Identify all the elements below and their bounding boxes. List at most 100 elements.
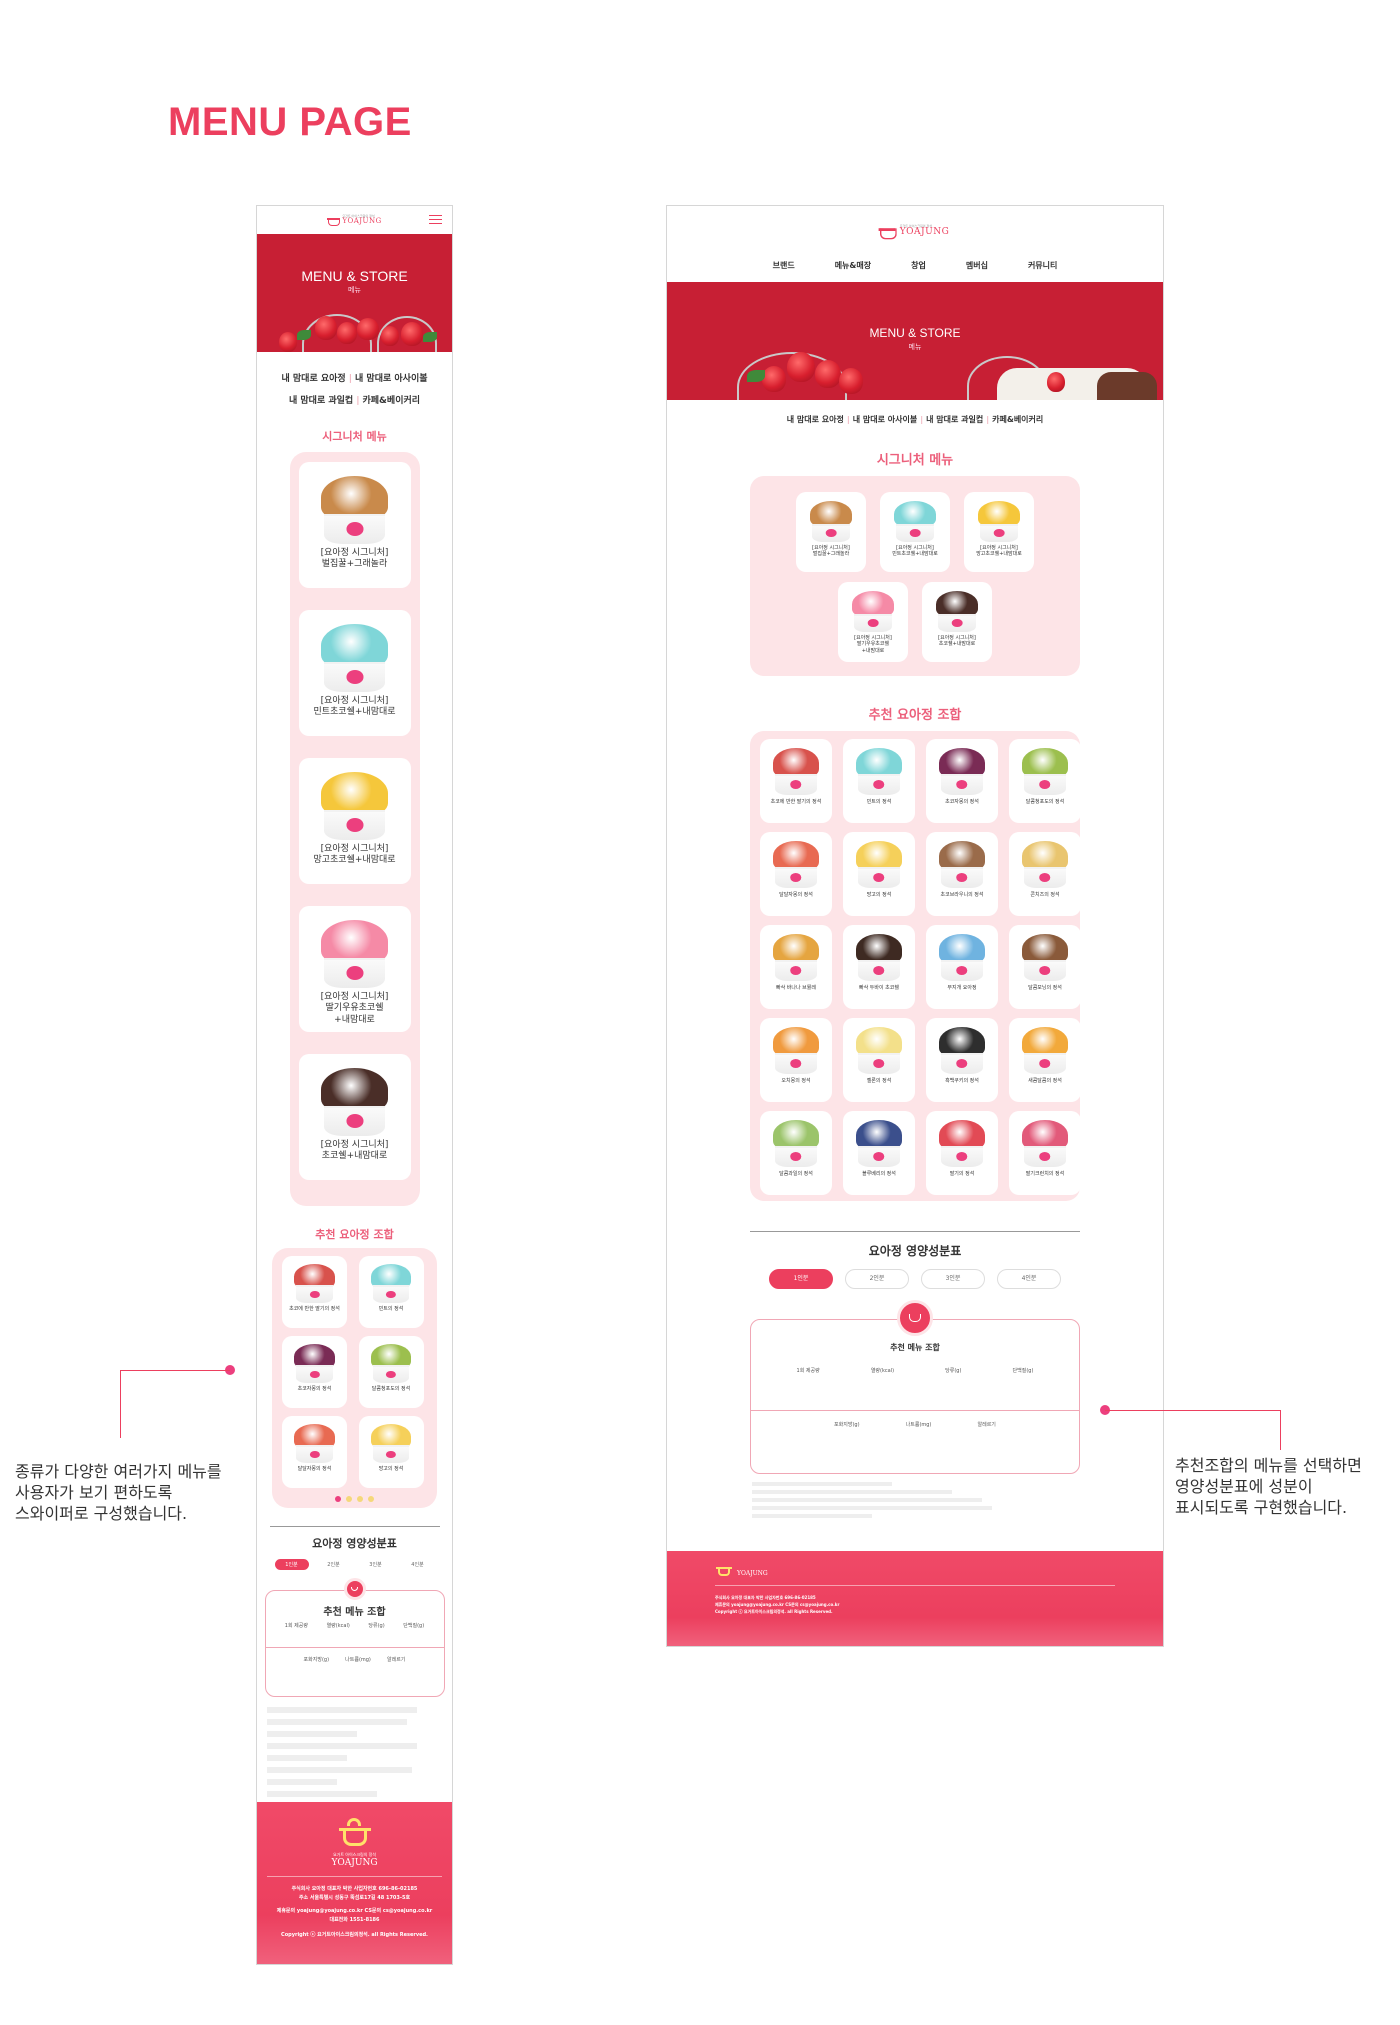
logo[interactable]: 요거트 아이스크림의 정석 YOAJUNG [878, 225, 950, 240]
recommend-card[interactable]: 빠삭 바나나 브륄레 [760, 925, 832, 1009]
recommend-card[interactable]: 새콤달콤의 정석 [1009, 1018, 1081, 1102]
recommend-card[interactable]: 민트의 정석 [843, 739, 915, 823]
swiper-dot[interactable] [357, 1496, 363, 1502]
category-link[interactable]: 내 맘대로 요아정 [787, 415, 844, 424]
signature-card[interactable]: [요아정 시그니처] 망고초코쉘+내맘대로 [964, 492, 1034, 572]
logo[interactable]: 요거트 아이스크림의 정석 YOAJUNG [327, 215, 381, 226]
menu-item-label: 달콤청포도의 정석 [1026, 799, 1064, 805]
category-link[interactable]: 내 맘대로 과일컵 [926, 415, 983, 424]
dessert-cup-image [367, 1261, 415, 1303]
menu-item-label-line: 망고초코쉘+내맘대로 [313, 855, 396, 866]
recommend-card[interactable]: 달달자몽의 정석 [760, 832, 832, 916]
tab-1-serving[interactable]: 1인분 [274, 1559, 309, 1570]
signature-card[interactable]: [요아정 시그니처] 초코쉘+내맘대로 [922, 582, 992, 662]
category-link[interactable]: 카페&베이커리 [992, 415, 1043, 424]
annotation-line [120, 1370, 121, 1438]
nutrition-label: 1회 제공량 [796, 1368, 820, 1374]
menu-item-label: [요아정 시그니처] 초코쉘+내맘대로 [938, 635, 976, 648]
dessert-cup-image [852, 1117, 906, 1167]
signature-card[interactable]: [요아정 시그니처] 초코쉘+내맘대로 [298, 1054, 411, 1180]
swiper-dot[interactable] [335, 1496, 341, 1502]
hamburger-menu-icon[interactable] [429, 215, 442, 224]
recommend-card[interactable]: 콘치즈의 정석 [1009, 832, 1081, 916]
recommend-card[interactable]: 초코브라우니의 정석 [926, 832, 998, 916]
footer-line: 제휴문의 yoajung@yoajung.co.kr CS문의 cs@yoaju… [715, 1602, 840, 1607]
tab-2-serving[interactable]: 2인분 [845, 1269, 909, 1289]
dessert-cup-image [974, 498, 1024, 542]
category-link[interactable]: 내 맘대로 요아정 [281, 374, 345, 384]
category-link[interactable]: 카페&베이커리 [363, 396, 421, 406]
signature-card[interactable]: [요아정 시그니처] 민트초코쉘+내맘대로 [880, 492, 950, 572]
footer-info: 주식회사 요아정 대표자 박한 사업자번호 696-86-02185 주소 서울… [257, 1885, 452, 1940]
recommend-panel: 초코에 반한 딸기의 정석 민트의 정석 초코자몽의 정석 달콤청포도의 정석달달자몽… [750, 731, 1081, 1201]
dessert-cup-image [890, 498, 940, 542]
annotation-text: 종류가 다양한 여러가지 메뉴를 [15, 1462, 222, 1481]
category-link[interactable]: 내 맘대로 아사이볼 [853, 415, 917, 424]
recommend-card[interactable]: 젤론의 정석 [843, 1018, 915, 1102]
recommend-card[interactable]: 달콤청포도의 정석 [1009, 739, 1081, 823]
nutrition-box: 추천 메뉴 조합 1회 제공량 열량(kcal) 당류(g) 단백질(g) 포화… [750, 1300, 1080, 1474]
nav-item-menu[interactable]: 메뉴&매장 [835, 260, 871, 271]
nutrition-label: 당류(g) [945, 1368, 962, 1374]
recommend-card[interactable]: 초코에 반한 딸기의 정석 [760, 739, 832, 823]
recommend-card[interactable]: 흑백쿠키의 정석 [926, 1018, 998, 1102]
signature-card[interactable]: [요아정 시그니처] 딸기우유초코쉘 +내맘대로 [298, 906, 411, 1032]
recommend-card[interactable]: 망고의 정석 [843, 832, 915, 916]
tab-1-serving[interactable]: 1인분 [769, 1269, 833, 1289]
menu-item-label: [요아정 시그니처] 벌집꿀+그래놀라 [812, 545, 850, 558]
recommend-card[interactable]: 달콤청포도의 정석 [358, 1336, 424, 1408]
signature-card[interactable]: [요아정 시그니처] 민트초코쉘+내맘대로 [298, 610, 411, 736]
recommend-card[interactable]: 망고의 정석 [358, 1416, 424, 1488]
recommend-card[interactable]: 달달자몽의 정석 [282, 1416, 347, 1488]
tab-2-serving[interactable]: 2인분 [316, 1559, 351, 1570]
recommend-card[interactable]: 블루베리의 정석 [843, 1111, 915, 1195]
tab-4-serving[interactable]: 4인분 [400, 1559, 435, 1570]
recommend-card[interactable]: 오치몽의 정석 [760, 1018, 832, 1102]
signature-card[interactable]: [요아정 시그니처] 벌집꿀+그래놀라 [298, 462, 411, 588]
nutrition-box-title: 추천 메뉴 조합 [890, 1343, 940, 1352]
footer-brand: YOAJUNG [331, 1858, 378, 1868]
signature-card[interactable]: [요아정 시그니처] 딸기우유초코쉘 +내맘대로 [838, 582, 908, 662]
menu-item-label-line: 망고의 정석 [378, 1466, 404, 1472]
recommend-card[interactable]: 초코자몽의 정석 [926, 739, 998, 823]
recommend-card[interactable]: 민트의 정석 [358, 1256, 424, 1328]
recommend-card[interactable]: 딸기크런치의 정석 [1009, 1111, 1081, 1195]
recommend-card[interactable]: 초코에 반한 딸기의 정석 [282, 1256, 347, 1328]
swiper-dot[interactable] [346, 1496, 352, 1502]
recommend-card[interactable]: 달콤모닝의 정석 [1009, 925, 1081, 1009]
category-link[interactable]: 내 맘대로 아사이볼 [355, 374, 428, 384]
menu-item-label-line: 무지개 요아정 [947, 985, 977, 991]
recommend-card[interactable]: 초코자몽의 정석 [282, 1336, 347, 1408]
dessert-cup-image [935, 838, 989, 888]
footer-line: 주식회사 요아정 대표자 박한 사업자번호 696-86-02185 [291, 1886, 418, 1892]
recommend-card[interactable]: 무지개 요아정 [926, 925, 998, 1009]
recommend-card[interactable]: 딸기의 정석 [926, 1111, 998, 1195]
nutrition-box-title: 추천 메뉴 조합 [323, 1607, 386, 1618]
menu-item-label-line: 망고의 정석 [866, 892, 892, 898]
menu-item-label-line: 딸기우유초코쉘 [325, 1003, 384, 1014]
divider [715, 1585, 1115, 1586]
signature-card[interactable]: [요아정 시그니처] 망고초코쉘+내맘대로 [298, 758, 411, 884]
tab-3-serving[interactable]: 3인분 [358, 1559, 393, 1570]
strawberry-image [357, 318, 379, 340]
tab-3-serving[interactable]: 3인분 [921, 1269, 985, 1289]
signature-card[interactable]: [요아정 시그니처] 벌집꿀+그래놀라 [796, 492, 866, 572]
recommend-grid: 초코에 반한 딸기의 정석 민트의 정석 초코자몽의 정석 달콤청포도의 정석달달자몽… [758, 739, 1081, 1195]
menu-item-label: 무지개 요아정 [947, 985, 976, 991]
recommend-card[interactable]: 빠삭 두바이 초코쉘 [843, 925, 915, 1009]
recommend-swiper[interactable]: 초코에 반한 딸기의 정석 민트의 정석 초코자몽의 정석 달콤청포도의 정석달달자몽… [272, 1248, 437, 1508]
nav-item-community[interactable]: 커뮤니티 [1028, 260, 1057, 271]
swiper-dot[interactable] [368, 1496, 374, 1502]
strawberry-image [815, 360, 841, 388]
category-link[interactable]: 내 맘대로 과일컵 [289, 396, 353, 406]
dessert-cup-image [848, 588, 898, 632]
recommend-title: 추천 요아정 조합 [868, 708, 962, 723]
menu-item-label: 달콤청포도의 정석 [372, 1386, 410, 1392]
nav-item-franchise[interactable]: 창업 [911, 260, 926, 271]
signature-panel: [요아정 시그니처] 벌집꿀+그래놀라 [요아정 시그니처] 민트초코쉘+내맘대로 [요… [289, 452, 420, 1206]
nav-item-membership[interactable]: 멤버십 [966, 260, 988, 271]
tab-4-serving[interactable]: 4인분 [997, 1269, 1061, 1289]
nav-item-brand[interactable]: 브랜드 [773, 260, 795, 271]
category-links: 내 맘대로 요아정 | 내 맘대로 아사이볼 | 내 맘대로 과일컵 | 카페&베이커리 [786, 415, 1044, 424]
recommend-card[interactable]: 달콤과일의 정석 [760, 1111, 832, 1195]
